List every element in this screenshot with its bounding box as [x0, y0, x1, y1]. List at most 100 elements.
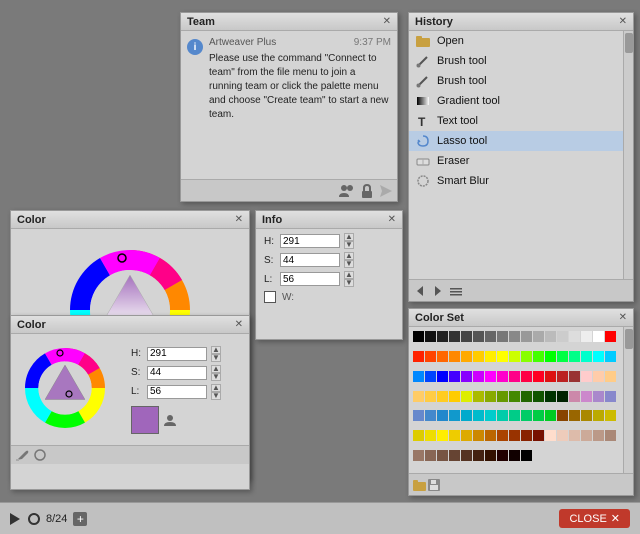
color-swatch[interactable]: [545, 351, 556, 362]
color-swatch[interactable]: [461, 331, 472, 342]
color-swatch[interactable]: [533, 430, 544, 441]
history-item-text[interactable]: T Text tool: [409, 111, 623, 131]
record-button[interactable]: [28, 513, 40, 525]
history-item-eraser[interactable]: Eraser: [409, 151, 623, 171]
info-l-down-arrow[interactable]: ▼: [344, 279, 354, 287]
color-swatch[interactable]: [605, 351, 616, 362]
color-swatch[interactable]: [473, 450, 484, 461]
history-item-open[interactable]: Open: [409, 31, 623, 51]
color-swatch[interactable]: [485, 450, 496, 461]
history-item-gradient[interactable]: Gradient tool: [409, 91, 623, 111]
color-swatch[interactable]: [473, 391, 484, 402]
color-swatch[interactable]: [557, 351, 568, 362]
color-swatch[interactable]: [425, 410, 436, 421]
color-swatch[interactable]: [533, 331, 544, 342]
color-swatch[interactable]: [605, 391, 616, 402]
color-small-s-down[interactable]: ▼: [211, 373, 221, 381]
color-swatch[interactable]: [521, 351, 532, 362]
color-swatch[interactable]: [449, 351, 460, 362]
color-swatch[interactable]: [605, 331, 616, 342]
info-h-input[interactable]: [280, 234, 340, 248]
color-swatch[interactable]: [509, 410, 520, 421]
color-swatch[interactable]: [521, 371, 532, 382]
color-swatch[interactable]: [605, 430, 616, 441]
colorset-scroll-thumb[interactable]: [625, 329, 633, 349]
color-swatch[interactable]: [593, 430, 604, 441]
color-swatch[interactable]: [461, 430, 472, 441]
color-swatch[interactable]: [437, 410, 448, 421]
color-swatch[interactable]: [557, 410, 568, 421]
color-swatch[interactable]: [605, 410, 616, 421]
info-h-down-arrow[interactable]: ▼: [344, 241, 354, 249]
color-swatch[interactable]: [533, 371, 544, 382]
color-swatch[interactable]: [605, 371, 616, 382]
info-s-input[interactable]: [280, 253, 340, 267]
color-swatch[interactable]: [425, 351, 436, 362]
color-swatch[interactable]: [437, 331, 448, 342]
color-swatch[interactable]: [437, 391, 448, 402]
color-swatch[interactable]: [473, 410, 484, 421]
color-swatch[interactable]: [425, 450, 436, 461]
color-swatch[interactable]: [449, 450, 460, 461]
close-button[interactable]: CLOSE ✕: [559, 509, 630, 528]
color-swatch[interactable]: [581, 371, 592, 382]
color-swatch[interactable]: [581, 430, 592, 441]
color-small-swatch[interactable]: [131, 406, 159, 434]
color-swatch[interactable]: [557, 331, 568, 342]
color-swatch[interactable]: [545, 371, 556, 382]
color-swatch[interactable]: [557, 371, 568, 382]
color-swatch[interactable]: [581, 391, 592, 402]
color-swatch[interactable]: [545, 410, 556, 421]
color-swatch[interactable]: [521, 430, 532, 441]
colorset-panel-close-button[interactable]: ✕: [619, 312, 627, 323]
color-swatch[interactable]: [485, 351, 496, 362]
color-swatch[interactable]: [485, 430, 496, 441]
history-item-brush1[interactable]: Brush tool: [409, 51, 623, 71]
color-swatch[interactable]: [437, 450, 448, 461]
history-panel-close-button[interactable]: ✕: [619, 16, 627, 27]
history-scrollbar[interactable]: [623, 31, 633, 279]
color-swatch[interactable]: [533, 351, 544, 362]
color-swatch[interactable]: [497, 391, 508, 402]
color-swatch[interactable]: [569, 391, 580, 402]
color-swatch[interactable]: [521, 410, 532, 421]
color-swatch[interactable]: [593, 371, 604, 382]
color-swatch[interactable]: [473, 331, 484, 342]
color-swatch[interactable]: [425, 331, 436, 342]
info-l-input[interactable]: [280, 272, 340, 286]
play-button[interactable]: [10, 513, 22, 525]
color-swatch[interactable]: [509, 351, 520, 362]
color-small-h-input[interactable]: [147, 347, 207, 361]
color-swatch[interactable]: [437, 371, 448, 382]
color-swatch[interactable]: [425, 430, 436, 441]
team-panel-close-button[interactable]: ✕: [383, 16, 391, 27]
color-swatch[interactable]: [449, 391, 460, 402]
add-page-button[interactable]: +: [73, 512, 87, 526]
color-swatch[interactable]: [449, 331, 460, 342]
history-item-brush2[interactable]: Brush tool: [409, 71, 623, 91]
color-swatch[interactable]: [497, 410, 508, 421]
color-swatch[interactable]: [497, 450, 508, 461]
color-swatch[interactable]: [485, 331, 496, 342]
info-panel-close-button[interactable]: ✕: [388, 214, 396, 225]
color-swatch[interactable]: [569, 410, 580, 421]
history-item-smartblur[interactable]: Smart Blur: [409, 171, 623, 191]
color-swatch[interactable]: [437, 430, 448, 441]
history-scroll-thumb[interactable]: [625, 33, 633, 53]
color-swatch[interactable]: [425, 391, 436, 402]
color-swatch[interactable]: [473, 430, 484, 441]
color-swatch[interactable]: [413, 331, 424, 342]
color-swatch[interactable]: [593, 391, 604, 402]
color-swatch[interactable]: [545, 331, 556, 342]
history-item-lasso[interactable]: Lasso tool: [409, 131, 623, 151]
info-s-down-arrow[interactable]: ▼: [344, 260, 354, 268]
color-swatch[interactable]: [569, 331, 580, 342]
color-swatch[interactable]: [569, 351, 580, 362]
color-swatch[interactable]: [413, 371, 424, 382]
color-small-s-input[interactable]: [147, 366, 207, 380]
color-swatch[interactable]: [437, 351, 448, 362]
color-swatch[interactable]: [497, 331, 508, 342]
color-small-h-down[interactable]: ▼: [211, 354, 221, 362]
color-swatch[interactable]: [569, 430, 580, 441]
color-swatch[interactable]: [461, 351, 472, 362]
